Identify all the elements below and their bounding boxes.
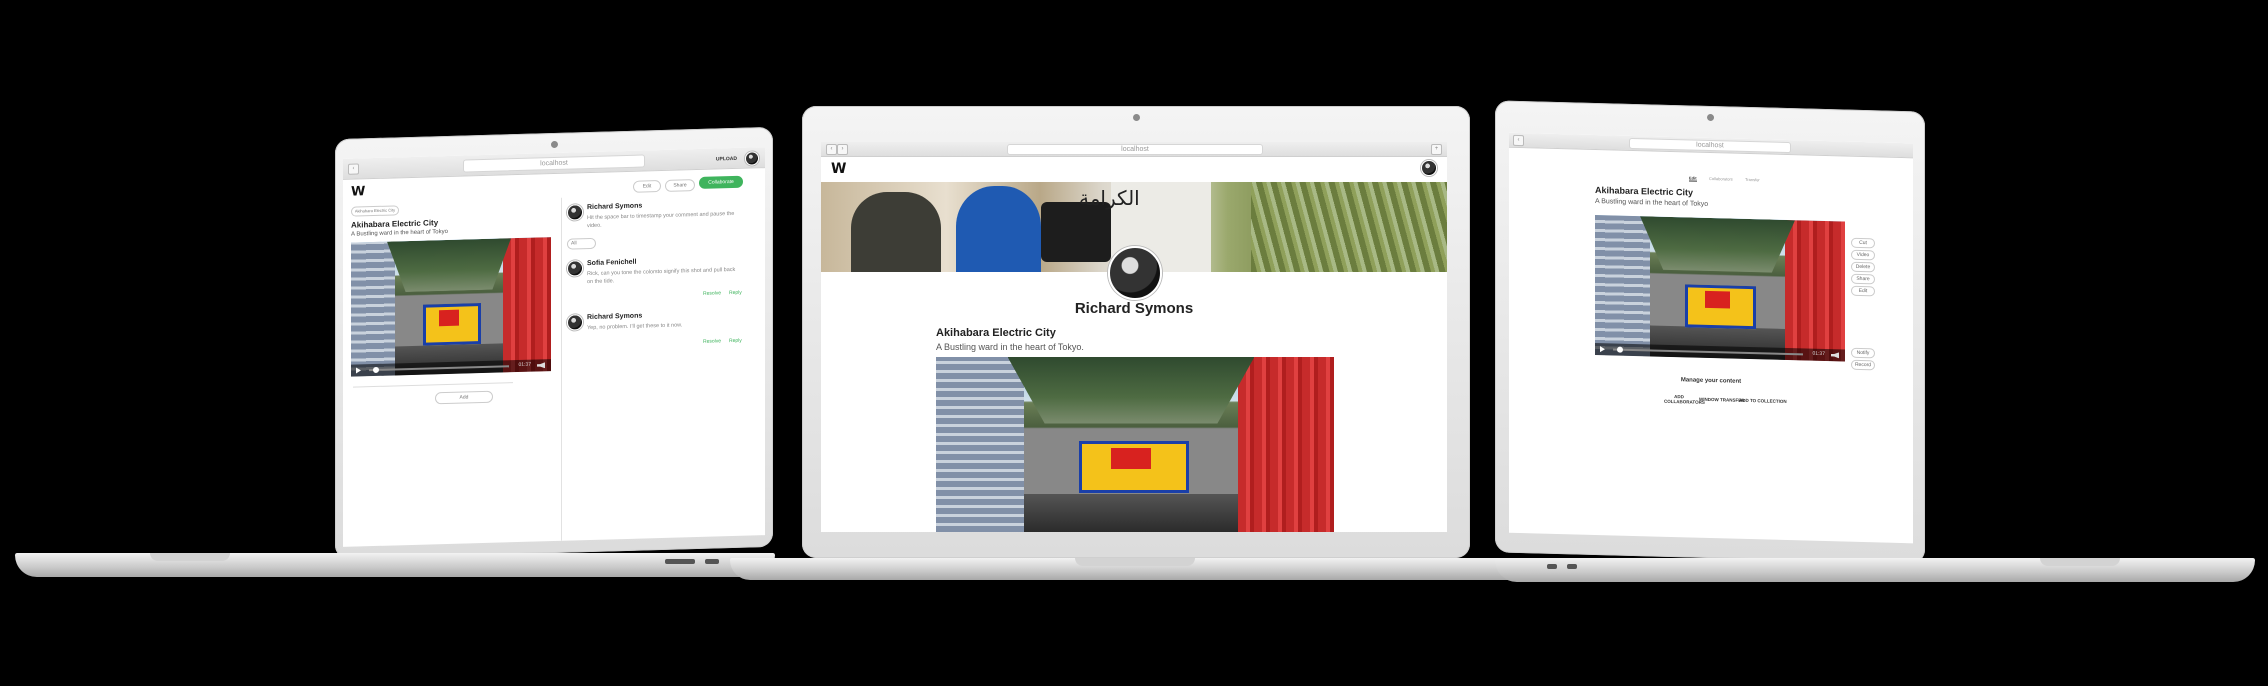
address-bar[interactable]: localhost [1007,144,1263,155]
edit-button[interactable]: Edit [633,180,661,193]
resolve-link[interactable]: Resolve [703,338,721,345]
video-player[interactable]: 01:37 [1595,214,1845,362]
reply-link[interactable]: Reply [729,338,742,344]
usb-port [1547,564,1557,569]
center-laptop-base [730,558,1540,580]
content-title: Akihabara Electric City [351,218,439,230]
content-title: Akihabara Electric City [1595,184,1694,198]
center-laptop-lid: ‹ › localhost + W الكرامة Richard Symons… [802,106,1470,558]
camera-icon [551,140,558,149]
tab-edit[interactable]: Edit [1689,175,1697,182]
video-scrubber[interactable] [1617,346,1623,353]
comment-text: Yep, no problem. I'll get these to it no… [587,322,683,332]
volume-icon[interactable] [537,362,545,368]
edit-button[interactable]: Edit [1851,285,1875,297]
profile-name: Richard Symons [1074,300,1194,317]
left-laptop-lid: ‹ localhost W UPLOAD Edit Share Collabor… [335,126,773,560]
window-transfer-link[interactable]: WINDOW TRANSFER [1699,397,1745,403]
app-logo[interactable]: W [831,161,846,177]
comment-author: Richard Symons [587,202,643,212]
left-laptop-base [15,553,775,577]
commenter-avatar [567,260,583,277]
commenter-avatar [567,314,583,331]
comment-text: Hit the space bar to timestamp your comm… [587,210,735,230]
comment-text: Rick, can you tone the colorsto signify … [587,266,736,286]
play-icon[interactable] [356,367,361,374]
video-progress-bar[interactable] [369,365,509,372]
trackpad-notch [1075,558,1195,566]
forward-nav-icon[interactable]: › [837,144,848,155]
volume-icon[interactable] [1831,352,1839,358]
content-subtitle: A Bustling ward in the heart of Tokyo. [936,342,1084,352]
browser-bar: ‹ › localhost + [821,142,1447,157]
back-nav-icon[interactable]: ‹ [1513,134,1524,147]
address-bar[interactable]: localhost [463,154,645,173]
content-subtitle: A Bustling ward in the heart of Tokyo [1595,197,1709,208]
manage-title: Manage your content [1680,377,1742,385]
arabic-sign: الكرامة [1079,186,1140,210]
collaborate-button[interactable]: Collaborate [699,175,743,189]
content-title: Akihabara Electric City [936,327,1056,339]
play-icon[interactable] [1600,346,1605,353]
comment-author: Richard Symons [587,312,643,322]
resolve-link[interactable]: Resolve [703,290,721,297]
video-time: 01:37 [1812,350,1825,358]
add-collaborators-link[interactable]: ADD COLLABORATORS [1664,394,1705,405]
content-image[interactable] [936,357,1334,532]
share-button[interactable]: Share [1851,273,1875,285]
video-player[interactable]: 01:37 [351,237,551,377]
usb-port [705,559,719,564]
upload-link[interactable]: UPLOAD [716,156,737,163]
usb-port [665,559,695,564]
back-nav-icon[interactable]: ‹ [348,163,359,175]
comment-input[interactable]: All [567,237,596,250]
commenter-avatar [567,204,583,221]
tab-collaborators[interactable]: Collaborators [1709,176,1733,182]
back-breadcrumb[interactable]: Akihabara Electric City [351,205,399,217]
timeline-divider [353,382,513,388]
center-screen: ‹ › localhost + W الكرامة Richard Symons… [821,142,1447,532]
camera-icon [1707,113,1714,122]
pagination-control[interactable]: Add [435,390,493,405]
right-laptop-lid: ‹ localhost Edit Collaborators Transfer … [1495,100,1925,564]
share-button[interactable]: Share [665,179,695,192]
trackpad-notch [150,553,230,561]
video-time: 01:37 [518,361,531,368]
record-button[interactable]: Record [1851,359,1875,371]
tab-transfer[interactable]: Transfer [1745,177,1760,182]
usb-port [1567,564,1577,569]
add-to-collection-link[interactable]: ADD TO COLLECTION [1739,398,1787,404]
delete-button[interactable]: Delete [1851,261,1875,273]
trackpad-notch [2040,558,2120,566]
profile-avatar [1108,246,1162,300]
new-tab-icon[interactable]: + [1431,144,1442,155]
browser-bar: ‹ localhost [343,147,765,180]
notify-button[interactable]: Notify [1851,347,1875,359]
video-scrubber[interactable] [373,366,379,374]
left-screen: ‹ localhost W UPLOAD Edit Share Collabor… [343,147,765,547]
back-nav-icon[interactable]: ‹ [826,144,837,155]
comment-author: Sofia Fenichell [587,258,637,268]
right-laptop-base [1495,558,2255,582]
panel-divider [561,197,562,541]
address-bar[interactable]: localhost [1629,137,1791,154]
user-avatar[interactable] [1421,160,1437,176]
video-progress-bar[interactable] [1613,348,1803,356]
content-subtitle: A Bustling ward in the heart of Tokyo [351,228,448,238]
cut-button[interactable]: Cut [1851,237,1875,249]
video-button[interactable]: Video [1851,249,1875,261]
app-logo[interactable]: W [351,184,365,199]
browser-bar: ‹ localhost [1509,132,1913,159]
camera-icon [1133,114,1140,121]
reply-link[interactable]: Reply [729,290,742,296]
right-screen: ‹ localhost Edit Collaborators Transfer … [1509,132,1913,544]
